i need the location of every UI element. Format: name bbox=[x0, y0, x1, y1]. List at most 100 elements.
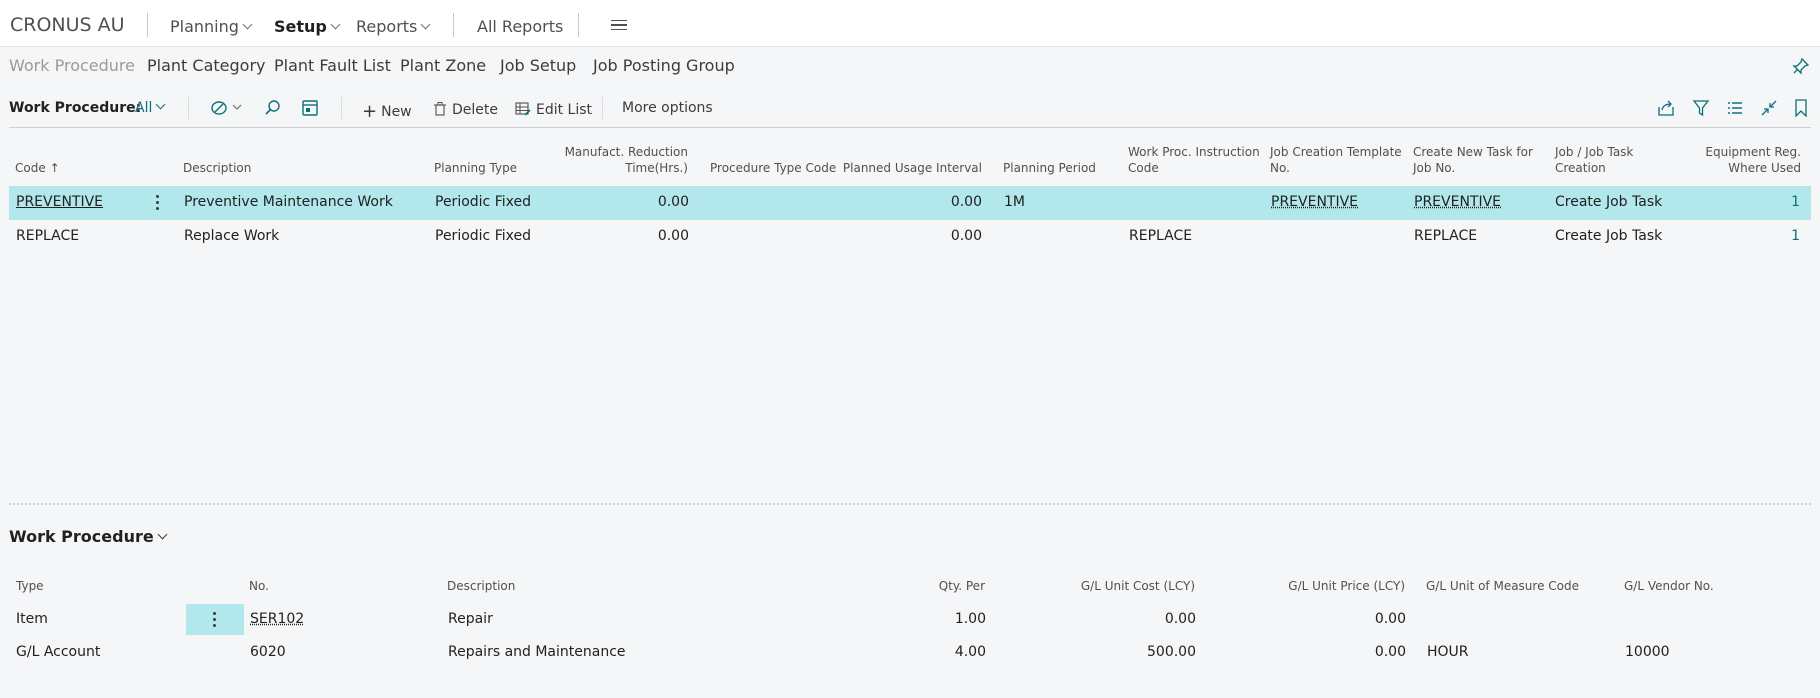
lines-col-qty-per[interactable]: Qty. Per bbox=[900, 578, 985, 594]
new-button[interactable]: + New bbox=[362, 100, 412, 122]
col-header-line: Work Proc. Instruction bbox=[1128, 145, 1260, 159]
line-qty[interactable]: 1.00 bbox=[900, 611, 986, 627]
edit-list-button[interactable]: Edit List bbox=[515, 100, 592, 118]
app-bar: CRONUS AU Planning Setup Reports All Rep… bbox=[0, 0, 1820, 47]
line-type[interactable]: Item bbox=[16, 611, 48, 627]
nav-planning-label: Planning bbox=[170, 17, 239, 36]
line-no[interactable]: SER102 bbox=[250, 611, 304, 627]
row-description[interactable]: Preventive Maintenance Work bbox=[184, 194, 393, 210]
views-dropdown-icon[interactable] bbox=[210, 99, 244, 117]
row-code-link[interactable]: PREVENTIVE bbox=[16, 194, 103, 210]
col-header-planning-type[interactable]: Planning Type bbox=[434, 160, 517, 176]
nav-all-reports[interactable]: All Reports bbox=[477, 17, 563, 36]
col-header-line: Create New Task for bbox=[1413, 145, 1533, 159]
row-planning-type[interactable]: Periodic Fixed bbox=[435, 228, 531, 244]
row-code[interactable]: REPLACE bbox=[16, 228, 79, 244]
line-cost[interactable]: 0.00 bbox=[1060, 611, 1196, 627]
row-job-task-creation[interactable]: Create Job Task bbox=[1555, 228, 1662, 244]
nav-reports[interactable]: Reports bbox=[356, 17, 431, 36]
lines-col-no[interactable]: No. bbox=[249, 578, 269, 594]
line-description[interactable]: Repair bbox=[448, 611, 493, 627]
row-job-task-creation[interactable]: Create Job Task bbox=[1555, 194, 1662, 210]
col-header-job-task-creation[interactable]: Job / Job Task Creation bbox=[1555, 144, 1633, 176]
row-actions-icon[interactable] bbox=[213, 612, 216, 630]
nav-setup[interactable]: Setup bbox=[274, 17, 341, 36]
filter-all-dropdown[interactable]: All bbox=[135, 99, 166, 116]
line-cost[interactable]: 500.00 bbox=[1060, 644, 1196, 660]
col-header-code-label: Code bbox=[15, 161, 46, 175]
col-header-procedure-type-code[interactable]: Procedure Type Code bbox=[710, 160, 836, 176]
line-qty[interactable]: 4.00 bbox=[900, 644, 986, 660]
row-description[interactable]: Replace Work bbox=[184, 228, 279, 244]
filter-label: Work Procedure: bbox=[9, 100, 142, 116]
lines-col-unit-cost[interactable]: G/L Unit Cost (LCY) bbox=[1060, 578, 1195, 594]
row-new-task-job-no[interactable]: PREVENTIVE bbox=[1414, 194, 1501, 210]
col-header-description[interactable]: Description bbox=[183, 160, 251, 176]
row-new-task-job-no[interactable]: REPLACE bbox=[1414, 228, 1477, 244]
subnav-plant-zone[interactable]: Plant Zone bbox=[400, 56, 486, 75]
subnav-job-posting-group[interactable]: Job Posting Group bbox=[593, 56, 735, 75]
col-header-where-used[interactable]: Equipment Reg. Where Used bbox=[1680, 144, 1801, 176]
share-icon[interactable] bbox=[1657, 99, 1675, 117]
hamburger-menu-icon[interactable] bbox=[611, 20, 627, 30]
subnav-plant-category[interactable]: Plant Category bbox=[147, 56, 265, 75]
row-actions-icon[interactable] bbox=[156, 195, 159, 213]
lines-col-unit-price[interactable]: G/L Unit Price (LCY) bbox=[1260, 578, 1405, 594]
search-icon[interactable] bbox=[264, 99, 282, 117]
nav-setup-label: Setup bbox=[274, 17, 327, 36]
new-button-label: New bbox=[381, 104, 412, 120]
line-description[interactable]: Repairs and Maintenance bbox=[448, 644, 626, 660]
line-type[interactable]: G/L Account bbox=[16, 644, 100, 660]
row-reduction[interactable]: 0.00 bbox=[590, 194, 689, 210]
more-options-button[interactable]: More options bbox=[622, 100, 713, 116]
delete-button[interactable]: Delete bbox=[434, 100, 498, 118]
chevron-down-icon bbox=[155, 99, 166, 110]
row-instruction-code[interactable]: REPLACE bbox=[1129, 228, 1192, 244]
col-header-template-no[interactable]: Job Creation Template No. bbox=[1270, 144, 1402, 176]
row-template-no[interactable]: PREVENTIVE bbox=[1271, 194, 1358, 210]
nav-reports-label: Reports bbox=[356, 17, 418, 36]
pin-icon[interactable] bbox=[1792, 57, 1810, 75]
row-planning-type[interactable]: Periodic Fixed bbox=[435, 194, 531, 210]
trash-icon bbox=[434, 102, 446, 116]
list-view-icon[interactable] bbox=[1726, 99, 1744, 117]
line-no[interactable]: 6020 bbox=[250, 644, 286, 660]
company-name[interactable]: CRONUS AU bbox=[10, 14, 125, 36]
filter-icon[interactable] bbox=[1692, 99, 1710, 117]
line-uom[interactable]: HOUR bbox=[1427, 644, 1469, 660]
pane-splitter[interactable] bbox=[9, 503, 1811, 505]
col-header-manufact-reduction[interactable]: Manufact. Reduction Time(Hrs.) bbox=[540, 144, 688, 176]
subnav-work-procedure[interactable]: Work Procedure bbox=[9, 56, 135, 75]
col-header-planned-usage-interval[interactable]: Planned Usage Interval bbox=[840, 160, 982, 176]
col-header-instruction-code[interactable]: Work Proc. Instruction Code bbox=[1128, 144, 1260, 176]
line-vendor[interactable]: 10000 bbox=[1625, 644, 1670, 660]
edit-list-icon bbox=[515, 102, 531, 116]
row-where-used-link[interactable]: 1 bbox=[1750, 194, 1800, 210]
row-reduction[interactable]: 0.00 bbox=[590, 228, 689, 244]
nav-planning[interactable]: Planning bbox=[170, 17, 253, 36]
bookmark-icon[interactable] bbox=[1793, 99, 1809, 117]
subnav-job-setup[interactable]: Job Setup bbox=[500, 56, 576, 75]
col-header-code[interactable]: Code ↑ bbox=[15, 160, 60, 176]
col-header-new-task-job-no[interactable]: Create New Task for Job No. bbox=[1413, 144, 1533, 176]
line-price[interactable]: 0.00 bbox=[1260, 611, 1406, 627]
row-planning-period[interactable]: 1M bbox=[1004, 194, 1025, 210]
line-price[interactable]: 0.00 bbox=[1260, 644, 1406, 660]
lines-col-uom[interactable]: G/L Unit of Measure Code bbox=[1426, 578, 1579, 594]
lines-col-type[interactable]: Type bbox=[16, 578, 44, 594]
lines-col-vendor[interactable]: G/L Vendor No. bbox=[1624, 578, 1714, 594]
col-header-line: Time(Hrs.) bbox=[625, 161, 688, 175]
chevron-down-icon bbox=[157, 529, 168, 540]
row-usage-interval[interactable]: 0.00 bbox=[880, 228, 982, 244]
row-usage-interval[interactable]: 0.00 bbox=[880, 194, 982, 210]
col-header-planning-period[interactable]: Planning Period bbox=[1003, 160, 1096, 176]
collapse-icon[interactable] bbox=[1760, 99, 1778, 117]
col-header-line: Job Creation Template bbox=[1270, 145, 1402, 159]
row-where-used-link[interactable]: 1 bbox=[1750, 228, 1800, 244]
lines-section-title[interactable]: Work Procedure bbox=[9, 527, 168, 546]
layout-icon[interactable] bbox=[301, 99, 319, 117]
filter-value: All bbox=[135, 100, 153, 116]
subnav-plant-fault-list[interactable]: Plant Fault List bbox=[274, 56, 391, 75]
lines-col-description[interactable]: Description bbox=[447, 578, 515, 594]
chevron-down-icon bbox=[330, 19, 341, 30]
